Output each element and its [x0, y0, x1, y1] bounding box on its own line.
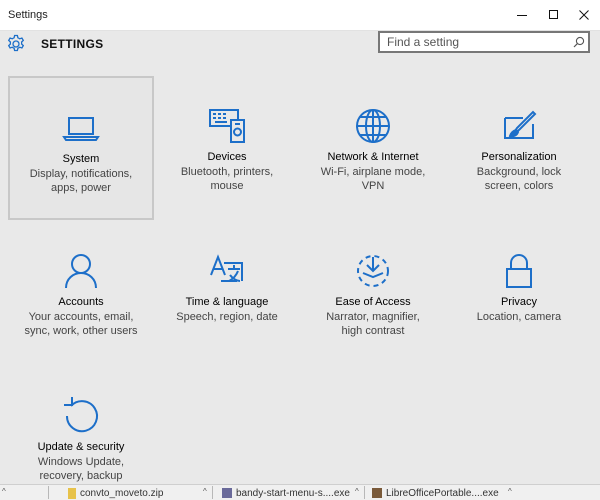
taskbar-item[interactable]: LibreOfficePortable....exe [372, 486, 499, 500]
taskbar-separator [364, 486, 365, 499]
tile-label: Time & language [185, 296, 269, 308]
person-icon [65, 254, 97, 289]
chevron-up-icon[interactable]: ^ [203, 487, 207, 496]
ease-of-access-icon [357, 255, 389, 287]
window-title: Settings [8, 9, 48, 21]
tile-system[interactable]: System Display, notifications, apps, powe… [8, 76, 154, 220]
maximize-icon [549, 10, 558, 19]
title-bar: Settings [0, 0, 600, 31]
page-title: SETTINGS [41, 37, 104, 51]
taskbar-separator [48, 486, 49, 499]
close-icon [579, 10, 589, 20]
minimize-icon [517, 15, 527, 16]
taskbar-item-label: LibreOfficePortable....exe [386, 487, 499, 499]
close-button[interactable] [568, 0, 600, 30]
settings-window: Settings SETTINGS Find a setting System … [0, 0, 600, 484]
tile-ease-of-access[interactable]: Ease of Access Narrator, magnifier, high … [300, 221, 446, 365]
tile-description: Narrator, magnifier, high contrast [326, 311, 420, 337]
gear-icon [7, 34, 25, 52]
tile-privacy[interactable]: Privacy Location, camera [446, 221, 592, 365]
tile-description: Bluetooth, printers, mouse [180, 166, 274, 192]
tile-description: Your accounts, email, sync, work, other u… [24, 311, 138, 337]
refresh-icon [64, 397, 98, 433]
search-input[interactable] [380, 33, 573, 51]
settings-header: SETTINGS [0, 30, 600, 58]
zip-file-icon [68, 487, 76, 499]
paintbrush-icon [504, 110, 537, 139]
chevron-up-icon[interactable]: ^ [508, 487, 512, 496]
maximize-button[interactable] [538, 0, 570, 30]
tile-label: Update & security [37, 441, 125, 453]
search-icon[interactable] [573, 36, 585, 48]
laptop-icon [62, 117, 100, 141]
taskbar-item[interactable]: bandy-start-menu-s....exe [222, 486, 350, 500]
tile-label: Accounts [58, 296, 104, 308]
tile-description: Speech, region, date [176, 311, 278, 323]
taskbar: ^ convto_moveto.zip ^ bandy-start-menu-s… [0, 484, 600, 500]
tile-description: Wi-Fi, airplane mode, VPN [320, 166, 426, 192]
tile-update-security[interactable]: Update & security Windows Update, recover… [8, 366, 154, 484]
tile-personalization[interactable]: Personalization Background, lock screen, … [446, 76, 592, 220]
chevron-up-icon[interactable]: ^ [355, 487, 359, 496]
devices-icon [209, 109, 245, 143]
tile-accounts[interactable]: Accounts Your accounts, email, sync, work… [8, 221, 154, 365]
tile-label: Network & Internet [327, 151, 419, 163]
taskbar-separator [212, 486, 213, 499]
exe-file-icon [222, 488, 232, 498]
tile-description: Windows Update, recovery, backup [37, 456, 125, 482]
taskbar-item-label: convto_moveto.zip [80, 487, 164, 499]
tile-description: Location, camera [476, 311, 562, 323]
tile-time-language[interactable]: Time & language Speech, region, date [154, 221, 300, 365]
tile-devices[interactable]: Devices Bluetooth, printers, mouse [154, 76, 300, 220]
globe-icon [356, 109, 390, 143]
chevron-up-icon[interactable]: ^ [2, 487, 6, 496]
exe-file-icon [372, 488, 382, 498]
search-box[interactable] [378, 31, 590, 53]
taskbar-item-label: bandy-start-menu-s....exe [236, 487, 350, 499]
tile-label: Personalization [481, 151, 557, 163]
minimize-button[interactable] [506, 0, 538, 30]
tile-label: Ease of Access [335, 296, 411, 308]
tile-label: Privacy [500, 296, 538, 308]
time-language-icon [210, 254, 243, 282]
taskbar-item[interactable]: convto_moveto.zip [68, 486, 163, 500]
tile-network-internet[interactable]: Network & Internet Wi-Fi, airplane mode,… [300, 76, 446, 220]
tile-description: Display, notifications, apps, power [29, 168, 133, 194]
tile-description: Background, lock screen, colors [476, 166, 562, 192]
tile-label: System [62, 153, 100, 165]
lock-icon [506, 254, 532, 288]
tile-label: Devices [207, 151, 247, 163]
